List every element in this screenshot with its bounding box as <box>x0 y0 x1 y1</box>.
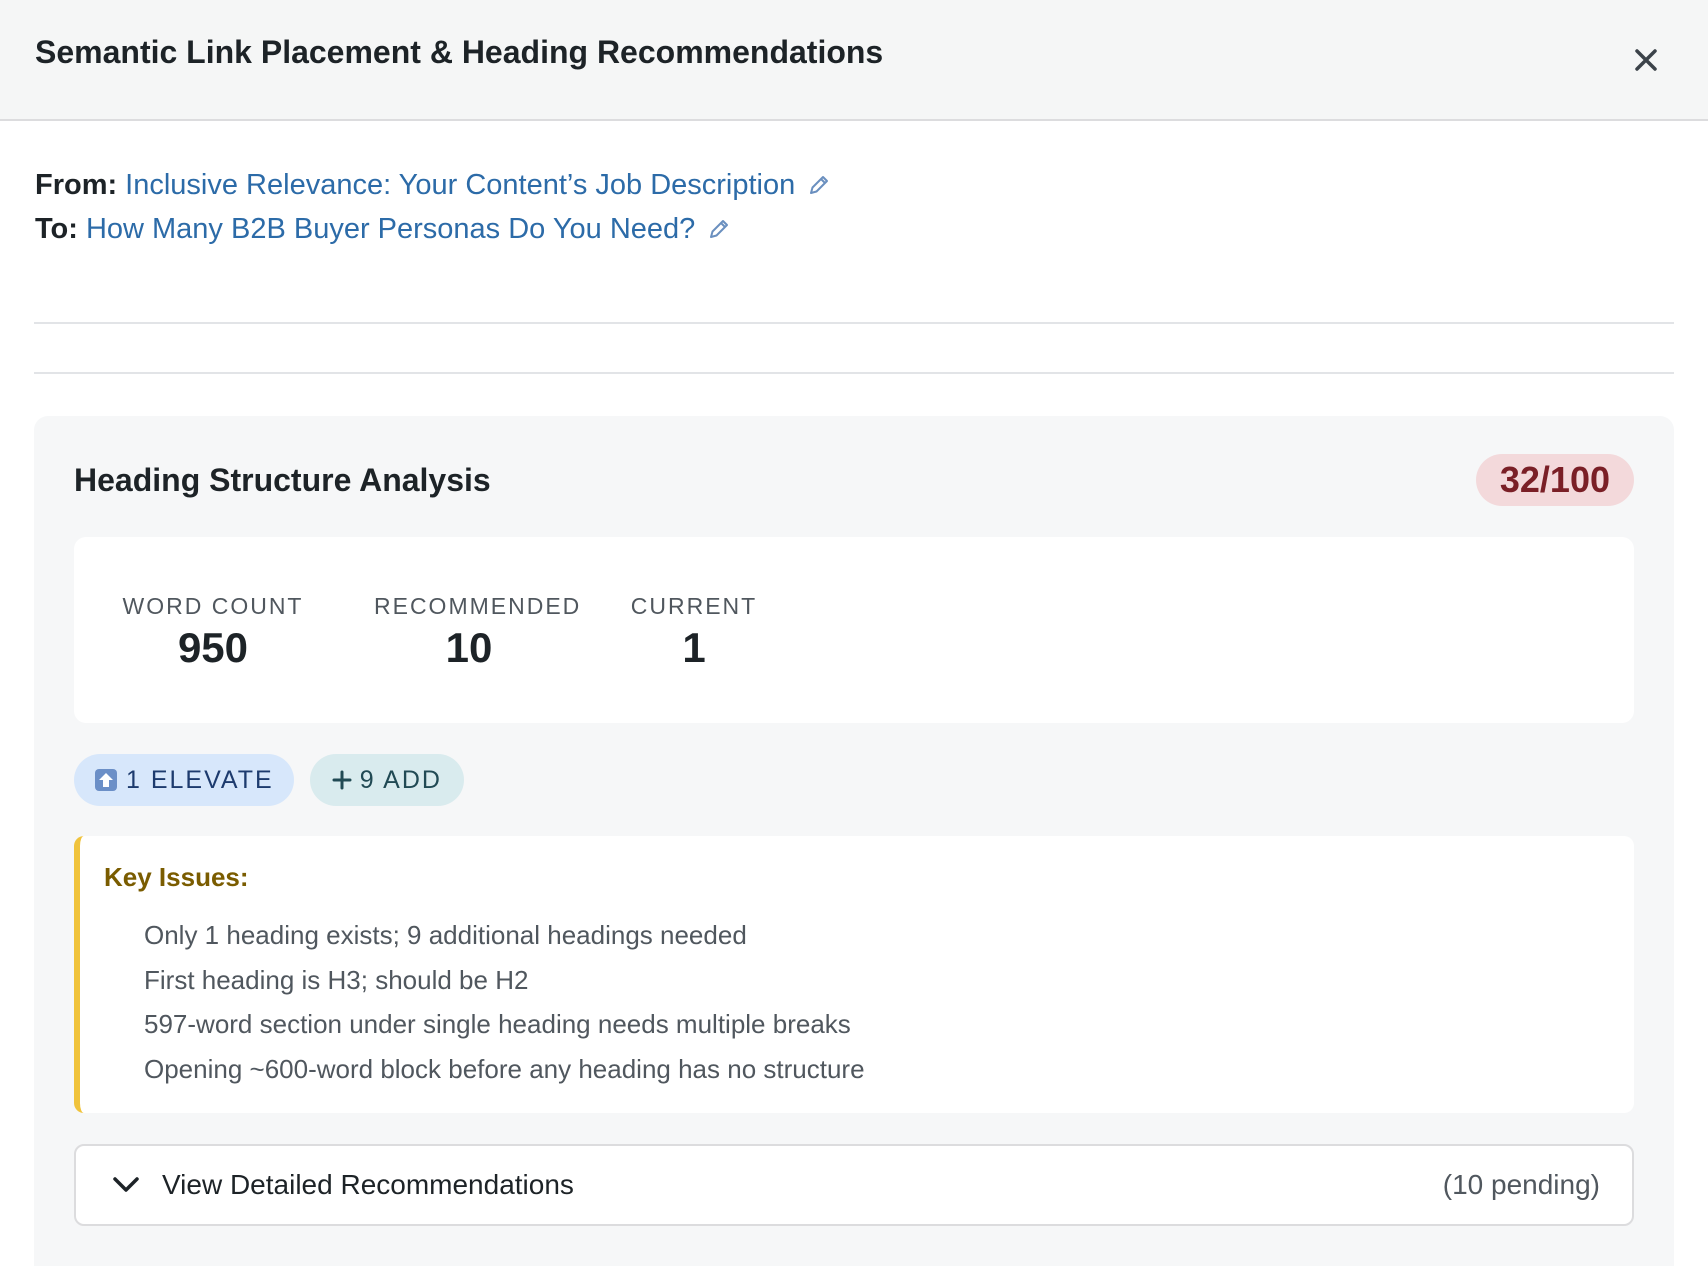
stat-word-count: WORD COUNT 950 <box>118 593 308 672</box>
to-label: To: <box>35 213 78 245</box>
edit-to-icon[interactable] <box>707 217 731 241</box>
pending-count: (10 pending) <box>1442 1169 1600 1200</box>
stat-value: 950 <box>177 624 249 671</box>
heading-analysis-card: Heading Structure Analysis 32/100 WORD C… <box>34 416 1674 1266</box>
from-row: From: Inclusive Relevance: Your Content’… <box>35 163 1673 207</box>
issue-item: First heading is H3; should be H2 <box>144 964 529 995</box>
add-label: 9 ADD <box>359 765 442 794</box>
stats-panel: WORD COUNT 950 RECOMMENDED 10 CURRENT 1 <box>74 537 1634 723</box>
key-issues-panel: Key Issues: Only 1 heading exists; 9 add… <box>74 836 1634 1113</box>
add-pill[interactable]: 9 ADD <box>309 754 464 806</box>
detailed-recommendations-toggle[interactable]: View Detailed Recommendations (10 pendin… <box>74 1144 1634 1226</box>
elevate-pill[interactable]: 1 ELEVATE <box>74 754 294 806</box>
score-badge: 32/100 <box>1475 454 1634 506</box>
chevron-down-icon <box>113 1177 139 1192</box>
card-header: Heading Structure Analysis 32/100 <box>74 454 1634 506</box>
stat-label: RECOMMENDED <box>374 593 582 619</box>
issue-item: Opening ~600-word block before any headi… <box>144 1053 865 1084</box>
modal-title: Semantic Link Placement & Heading Recomm… <box>35 34 884 70</box>
from-link[interactable]: Inclusive Relevance: Your Content’s Job … <box>125 163 795 207</box>
divider <box>34 322 1674 324</box>
modal: Semantic Link Placement & Heading Recomm… <box>0 0 1708 1266</box>
action-pills: 1 ELEVATE 9 ADD <box>74 754 464 806</box>
to-row: To: How Many B2B Buyer Personas Do You N… <box>35 207 1673 251</box>
details-label: View Detailed Recommendations <box>162 1169 574 1200</box>
plus-icon <box>332 770 352 790</box>
to-link[interactable]: How Many B2B Buyer Personas Do You Need? <box>86 207 695 251</box>
pencil-icon <box>710 220 729 238</box>
link-info: From: Inclusive Relevance: Your Content’… <box>0 121 1708 251</box>
stat-value: 10 <box>445 624 493 671</box>
key-issues-title: Key Issues: <box>104 862 249 892</box>
details-left: View Detailed Recommendations <box>112 1169 574 1201</box>
stat-recommended: RECOMMENDED 10 <box>374 593 582 672</box>
divider <box>34 372 1674 374</box>
close-button[interactable] <box>1624 38 1668 82</box>
up-arrow-icon <box>94 768 118 792</box>
issue-item: 597-word section under single heading ne… <box>144 1009 851 1039</box>
modal-header: Semantic Link Placement & Heading Recomm… <box>0 0 1708 121</box>
stat-label: CURRENT <box>630 593 758 619</box>
from-label: From: <box>35 169 118 201</box>
pencil-icon <box>810 176 829 194</box>
elevate-label: 1 ELEVATE <box>126 765 274 794</box>
stat-label: WORD COUNT <box>122 593 304 619</box>
edit-from-icon[interactable] <box>807 173 831 197</box>
stat-value: 1 <box>682 624 706 671</box>
card-title: Heading Structure Analysis <box>74 461 491 498</box>
close-icon <box>1635 48 1657 71</box>
stat-current: CURRENT 1 <box>629 593 759 672</box>
issue-item: Only 1 heading exists; 9 additional head… <box>144 920 747 950</box>
